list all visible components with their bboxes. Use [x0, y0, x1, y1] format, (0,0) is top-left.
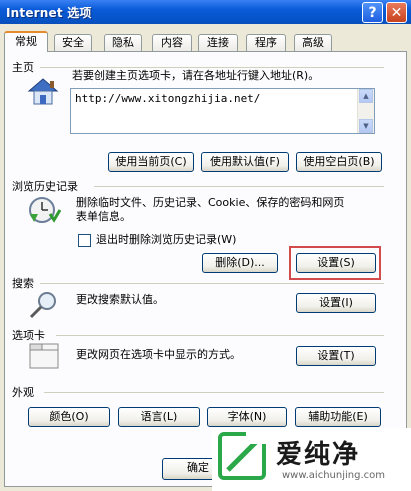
title-bar: Internet 选项 ? ✕ — [0, 0, 411, 24]
history-clock-icon — [29, 197, 62, 223]
appearance-divider — [44, 392, 384, 393]
tab-advanced[interactable]: 高级 — [294, 34, 332, 51]
languages-button[interactable]: 语言(L) — [118, 407, 200, 427]
use-current-button[interactable]: 使用当前页(C) — [108, 152, 194, 172]
tab-programs[interactable]: 程序 — [246, 34, 286, 51]
tabs-section-label: 选项卡 — [12, 329, 45, 342]
home-url-value: http://www.xitongzhijia.net/ — [75, 92, 261, 105]
watermark: 爱纯净 www.aichunjing.com — [212, 428, 411, 491]
scroll-down-icon[interactable]: ▼ — [359, 119, 373, 133]
delete-history-button[interactable]: 删除(D)... — [202, 253, 278, 273]
dialog-client: 常规 安全 隐私 内容 连接 程序 高级 主页 若要创建主页选项卡，请在各地址行… — [0, 24, 411, 491]
history-divider — [94, 186, 384, 187]
fonts-button[interactable]: 字体(N) — [207, 407, 287, 427]
use-default-button[interactable]: 使用默认值(F) — [201, 152, 289, 172]
appearance-section-label: 外观 — [12, 386, 34, 399]
tabs-settings-button[interactable]: 设置(T) — [296, 346, 376, 366]
history-description-line1: 删除临时文件、历史记录、Cookie、保存的密码和网页 — [76, 196, 345, 209]
delete-on-exit-label[interactable]: 退出时删除浏览历史记录(W) — [96, 233, 236, 247]
scroll-up-icon[interactable]: ▲ — [359, 89, 373, 103]
highlight-box — [289, 246, 381, 280]
help-button[interactable]: ? — [362, 2, 383, 23]
tab-security[interactable]: 安全 — [54, 34, 92, 51]
home-divider — [40, 67, 384, 68]
tab-general[interactable]: 常规 — [4, 31, 48, 52]
watermark-text: 爱纯净 — [276, 440, 361, 470]
accessibility-button[interactable]: 辅助功能(E) — [295, 407, 381, 427]
history-section-label: 浏览历史记录 — [12, 180, 78, 193]
search-section-label: 搜索 — [12, 277, 34, 290]
search-divider — [40, 283, 384, 284]
tab-connections[interactable]: 连接 — [198, 34, 238, 51]
tabs-window-icon — [29, 343, 59, 369]
history-description-line2: 表单信息。 — [76, 210, 131, 223]
url-scrollbar[interactable]: ▲ ▼ — [357, 89, 374, 133]
search-magnifier-icon — [29, 292, 56, 319]
tab-content[interactable]: 内容 — [152, 34, 192, 51]
watermark-logo-icon — [218, 432, 266, 480]
home-section-label: 主页 — [12, 61, 34, 74]
tabs-description: 更改网页在选项卡中显示的方式。 — [76, 348, 241, 361]
home-description: 若要创建主页选项卡，请在各地址行键入地址(R)。 — [72, 69, 320, 82]
tab-privacy[interactable]: 隐私 — [104, 34, 142, 51]
close-button[interactable]: ✕ — [386, 2, 407, 23]
use-blank-button[interactable]: 使用空白页(B) — [296, 152, 382, 172]
watermark-url: www.aichunjing.com — [282, 470, 385, 481]
colors-button[interactable]: 颜色(O) — [28, 407, 110, 427]
search-settings-button[interactable]: 设置(I) — [296, 293, 376, 313]
search-description: 更改搜索默认值。 — [76, 293, 164, 306]
window-title: Internet 选项 — [6, 6, 92, 20]
delete-on-exit-checkbox[interactable] — [78, 234, 91, 247]
house-icon — [27, 78, 59, 105]
tabs-divider — [56, 335, 384, 336]
home-url-input[interactable]: http://www.xitongzhijia.net/ ▲ ▼ — [70, 88, 375, 134]
